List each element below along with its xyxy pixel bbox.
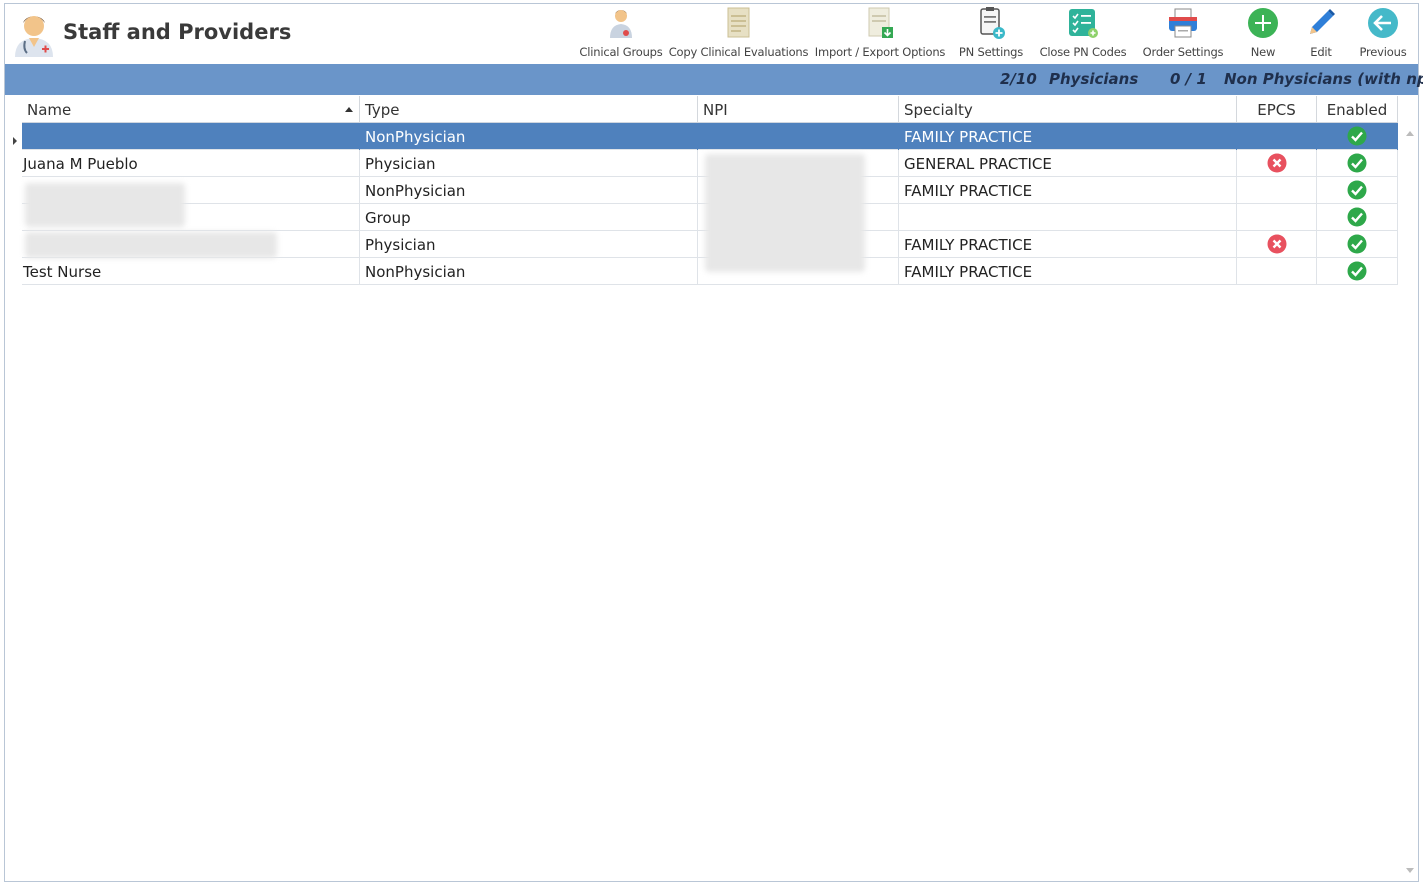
cell-specialty	[899, 204, 1237, 231]
pn-settings-button[interactable]: PN Settings	[955, 6, 1027, 62]
cell-enabled	[1317, 123, 1398, 150]
cell-epcs	[1237, 150, 1317, 177]
table-row[interactable]: NonPhysician FAMILY PRACTICE	[22, 123, 1398, 150]
column-header-specialty[interactable]: Specialty	[899, 96, 1237, 123]
checkmark-icon	[1347, 180, 1367, 200]
grid-header: Name Type NPI Specialty EPCS Enabled	[22, 96, 1398, 123]
current-row-indicator	[13, 137, 17, 145]
new-label: New	[1250, 45, 1276, 59]
cell-epcs	[1237, 258, 1317, 285]
close-pn-codes-icon	[1069, 9, 1098, 38]
cell-type: Physician	[360, 150, 698, 177]
cell-enabled	[1317, 177, 1398, 204]
redacted-name-block	[25, 232, 277, 258]
column-header-name[interactable]: Name	[22, 96, 360, 123]
clinical-groups-label: Clinical Groups	[579, 45, 663, 59]
edit-label: Edit	[1310, 45, 1332, 59]
copy-clinical-evaluations-button[interactable]: Copy Clinical Evaluations	[669, 6, 809, 62]
import-export-icon	[868, 7, 893, 38]
checkmark-icon	[1347, 153, 1367, 173]
cell-specialty: GENERAL PRACTICE	[899, 150, 1237, 177]
copy-clinical-evaluations-label: Copy Clinical Evaluations	[668, 45, 809, 59]
clinical-groups-icon	[610, 10, 632, 38]
cell-name: Juana M Pueblo	[22, 150, 360, 177]
sort-ascending-icon	[345, 107, 353, 112]
pn-settings-label: PN Settings	[958, 45, 1024, 59]
back-arrow-icon	[1368, 8, 1398, 38]
cell-enabled	[1317, 150, 1398, 177]
import-export-options-label: Import / Export Options	[814, 45, 946, 59]
cell-npi	[698, 123, 899, 150]
column-header-epcs-label: EPCS	[1257, 101, 1296, 119]
cell-type: NonPhysician	[360, 177, 698, 204]
cell-type: Physician	[360, 231, 698, 258]
cell-type: Group	[360, 204, 698, 231]
copy-document-icon	[727, 7, 749, 38]
cell-epcs	[1237, 204, 1317, 231]
cell-epcs	[1237, 177, 1317, 204]
column-header-type-label: Type	[365, 101, 400, 119]
column-header-enabled-label: Enabled	[1326, 101, 1388, 119]
close-pn-codes-button[interactable]: Close PN Codes	[1038, 6, 1128, 62]
pencil-icon	[1310, 9, 1335, 34]
new-button[interactable]: New	[1243, 6, 1283, 62]
cell-name	[22, 123, 360, 150]
scroll-up-arrow[interactable]	[1406, 131, 1414, 136]
checkmark-icon	[1347, 261, 1367, 281]
checkmark-icon	[1347, 234, 1367, 254]
checkmark-icon	[1347, 207, 1367, 227]
cell-epcs	[1237, 231, 1317, 258]
cell-specialty: FAMILY PRACTICE	[899, 177, 1237, 204]
provider-count-bar: 2/10 Physicians 0 / 1 Non Physicians (wi…	[5, 64, 1423, 95]
cell-epcs	[1237, 123, 1317, 150]
column-header-npi[interactable]: NPI	[698, 96, 899, 123]
column-header-specialty-label: Specialty	[904, 101, 973, 119]
cell-specialty: FAMILY PRACTICE	[899, 231, 1237, 258]
cell-specialty: FAMILY PRACTICE	[899, 123, 1237, 150]
physicians-count: 2/10	[1000, 70, 1037, 88]
cell-name: Test Nurse	[22, 258, 360, 285]
physicians-label: Physicians	[1049, 70, 1139, 88]
edit-button[interactable]: Edit	[1301, 6, 1341, 62]
cell-type: NonPhysician	[360, 123, 698, 150]
cell-specialty: FAMILY PRACTICE	[899, 258, 1237, 285]
header: Staff and Providers Clinical Groups Copy…	[5, 4, 1418, 64]
redacted-name-block	[25, 183, 185, 227]
cell-enabled	[1317, 204, 1398, 231]
cross-icon	[1267, 153, 1286, 173]
column-header-name-label: Name	[27, 101, 72, 119]
pn-settings-icon	[980, 7, 1005, 39]
cell-enabled	[1317, 258, 1398, 285]
clinical-groups-button[interactable]: Clinical Groups	[578, 6, 664, 62]
column-header-epcs[interactable]: EPCS	[1237, 96, 1317, 123]
printer-icon	[1169, 8, 1197, 38]
column-header-enabled[interactable]: Enabled	[1317, 96, 1398, 123]
column-header-npi-label: NPI	[703, 101, 728, 119]
close-pn-codes-label: Close PN Codes	[1039, 45, 1127, 59]
order-settings-button[interactable]: Order Settings	[1141, 6, 1225, 62]
order-settings-label: Order Settings	[1142, 45, 1224, 59]
staff-providers-window: Staff and Providers Clinical Groups Copy…	[4, 3, 1423, 882]
cell-enabled	[1317, 231, 1398, 258]
cross-icon	[1267, 234, 1286, 254]
previous-button[interactable]: Previous	[1358, 6, 1408, 62]
checkmark-icon	[1347, 126, 1367, 146]
previous-label: Previous	[1359, 45, 1407, 59]
import-export-options-button[interactable]: Import / Export Options	[814, 6, 946, 62]
toolbar: Clinical Groups Copy Clinical Evaluation…	[5, 4, 1418, 64]
column-header-type[interactable]: Type	[360, 96, 698, 123]
nonphysicians-label: Non Physicians (with npi)	[1224, 70, 1423, 88]
plus-circle-icon	[1248, 8, 1278, 38]
cell-type: NonPhysician	[360, 258, 698, 285]
nonphysicians-count: 0 / 1	[1170, 70, 1207, 88]
scroll-down-arrow[interactable]	[1406, 868, 1414, 873]
redacted-npi-block	[705, 154, 865, 272]
